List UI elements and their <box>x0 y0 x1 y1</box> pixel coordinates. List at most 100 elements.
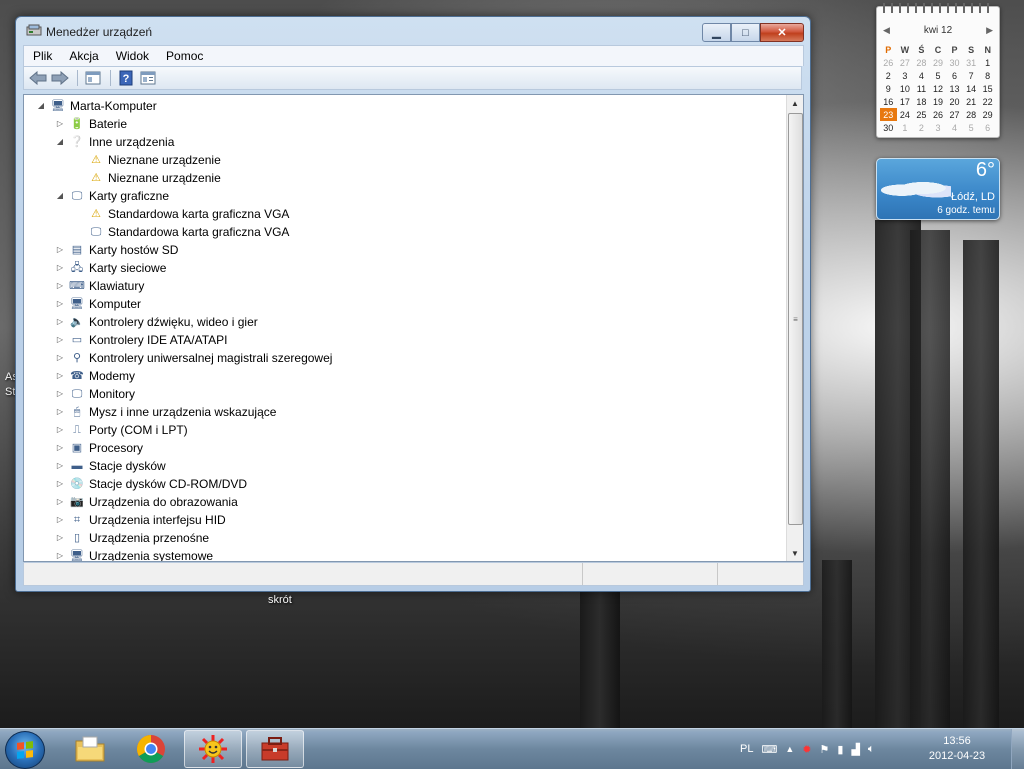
tree-row[interactable]: ▷ 🔋 Baterie <box>55 115 127 133</box>
tree-row[interactable]: ▷ 🖧 Karty sieciowe <box>55 259 166 277</box>
collapsed-arrow-icon[interactable]: ▷ <box>55 119 65 129</box>
calendar-day[interactable]: 22 <box>979 95 996 108</box>
calendar-day[interactable]: 17 <box>897 95 914 108</box>
tree-row[interactable]: ⚠ Standardowa karta graficzna VGA <box>74 205 289 223</box>
calendar-day[interactable]: 29 <box>930 56 947 69</box>
collapsed-arrow-icon[interactable]: ▷ <box>55 515 65 525</box>
collapsed-arrow-icon[interactable]: ▷ <box>55 443 65 453</box>
tree-row[interactable]: ▷ 🖥 Komputer <box>55 295 141 313</box>
calendar-day[interactable]: 7 <box>963 69 980 82</box>
minimize-button[interactable]: ▁ <box>702 23 731 42</box>
language-indicator[interactable]: PL <box>740 743 753 755</box>
menu-action[interactable]: Akcja <box>60 46 106 66</box>
maximize-button[interactable]: □ <box>731 23 760 42</box>
collapsed-arrow-icon[interactable]: ▷ <box>55 299 65 309</box>
calendar-day[interactable]: 21 <box>963 95 980 108</box>
calendar-day[interactable]: 18 <box>913 95 930 108</box>
collapsed-arrow-icon[interactable]: ▷ <box>55 533 65 543</box>
calendar-day[interactable]: 16 <box>880 95 897 108</box>
close-button[interactable]: ✕ <box>760 23 804 42</box>
menu-view[interactable]: Widok <box>107 46 157 66</box>
calendar-day[interactable]: 15 <box>979 82 996 95</box>
tree-row[interactable]: ▷ 🔈 Kontrolery dźwięku, wideo i gier <box>55 313 258 331</box>
collapsed-arrow-icon[interactable]: ▷ <box>55 389 65 399</box>
expanded-arrow-icon[interactable]: ◢ <box>36 101 46 111</box>
show-hidden-icons-icon[interactable]: ▲ <box>785 744 794 754</box>
calendar-day[interactable]: 29 <box>979 108 996 121</box>
desktop-shortcut-label[interactable]: skrót <box>268 594 292 606</box>
tree-row[interactable]: ◢ 🖵 Karty graficzne <box>55 187 169 205</box>
calendar-day[interactable]: 24 <box>897 108 914 121</box>
calendar-day[interactable]: 3 <box>930 121 947 134</box>
calendar-day[interactable]: 30 <box>880 121 897 134</box>
action-center-flag-icon[interactable]: ⚑ <box>820 743 830 756</box>
calendar-day[interactable]: 2 <box>913 121 930 134</box>
tree-row[interactable]: ▷ 🖱 Mysz i inne urządzenia wskazujące <box>55 403 277 421</box>
title-bar[interactable]: Menedżer urządzeń ▁ □ ✕ <box>16 17 810 45</box>
collapsed-arrow-icon[interactable]: ▷ <box>55 479 65 489</box>
collapsed-arrow-icon[interactable]: ▷ <box>55 245 65 255</box>
calendar-day[interactable]: 9 <box>880 82 897 95</box>
back-button[interactable] <box>28 69 48 87</box>
calendar-day[interactable]: 4 <box>913 69 930 82</box>
collapsed-arrow-icon[interactable]: ▷ <box>55 425 65 435</box>
collapsed-arrow-icon[interactable]: ▷ <box>55 371 65 381</box>
calendar-day[interactable]: 6 <box>979 121 996 134</box>
forward-button[interactable] <box>50 69 70 87</box>
tree-row[interactable]: ▷ ▭ Kontrolery IDE ATA/ATAPI <box>55 331 228 349</box>
taskbar-explorer[interactable] <box>61 730 119 768</box>
show-desktop-button[interactable] <box>1011 729 1024 769</box>
calendar-day[interactable]: 26 <box>930 108 947 121</box>
next-month-icon[interactable]: ▶ <box>986 25 993 36</box>
keyboard-icon[interactable]: ⌨ <box>761 743 777 756</box>
tree-row[interactable]: ◢ ❔ Inne urządzenia <box>55 133 174 151</box>
collapsed-arrow-icon[interactable]: ▷ <box>55 335 65 345</box>
taskbar-device-manager[interactable] <box>246 730 304 768</box>
calendar-day[interactable]: 27 <box>946 108 963 121</box>
calendar-day[interactable]: 1 <box>897 121 914 134</box>
calendar-day[interactable]: 8 <box>979 69 996 82</box>
volume-icon[interactable]: 🔈︎ <box>868 743 875 756</box>
calendar-day[interactable]: 30 <box>946 56 963 69</box>
tree-row[interactable]: ⚠ Nieznane urządzenie <box>74 151 221 169</box>
clock[interactable]: 13:56 2012-04-23 <box>928 734 986 764</box>
show-hide-console-tree-button[interactable] <box>83 69 103 87</box>
calendar-day[interactable]: 5 <box>963 121 980 134</box>
tree-row[interactable]: ▷ ⌨ Klawiatury <box>55 277 144 295</box>
taskbar-sun-app[interactable] <box>184 730 242 768</box>
collapsed-arrow-icon[interactable]: ▷ <box>55 461 65 471</box>
calendar-day[interactable]: 11 <box>913 82 930 95</box>
calendar-day[interactable]: 5 <box>930 69 947 82</box>
collapsed-arrow-icon[interactable]: ▷ <box>55 407 65 417</box>
calendar-day[interactable]: 3 <box>897 69 914 82</box>
scroll-thumb[interactable]: ≡ <box>788 113 803 525</box>
weather-gadget[interactable]: 6° Łódź, LD 6 godz. temu <box>876 158 1000 220</box>
sun-tray-icon[interactable]: ✹ <box>802 743 811 756</box>
calendar-day[interactable]: 12 <box>930 82 947 95</box>
collapsed-arrow-icon[interactable]: ▷ <box>55 263 65 273</box>
tree-row[interactable]: ▷ 💿 Stacje dysków CD-ROM/DVD <box>55 475 247 493</box>
tree-row[interactable]: ▷ ⚲ Kontrolery uniwersalnej magistrali sze… <box>55 349 333 367</box>
collapsed-arrow-icon[interactable]: ▷ <box>55 551 65 561</box>
calendar-day[interactable]: 6 <box>946 69 963 82</box>
calendar-day[interactable]: 25 <box>913 108 930 121</box>
calendar-day[interactable]: 27 <box>897 56 914 69</box>
properties-button[interactable] <box>138 69 158 87</box>
calendar-day[interactable]: 14 <box>963 82 980 95</box>
tree-row[interactable]: ▷ ⌗ Urządzenia interfejsu HID <box>55 511 226 529</box>
tree-row[interactable]: ▷ 🖥 Urządzenia systemowe <box>55 547 213 561</box>
network-icon[interactable]: ▟ <box>851 743 859 756</box>
calendar-day[interactable]: 26 <box>880 56 897 69</box>
tree-row[interactable]: ▷ 🖵 Monitory <box>55 385 135 403</box>
calendar-day[interactable]: 4 <box>946 121 963 134</box>
collapsed-arrow-icon[interactable]: ▷ <box>55 317 65 327</box>
prev-month-icon[interactable]: ◀ <box>883 25 890 36</box>
calendar-day[interactable]: 19 <box>930 95 947 108</box>
power-icon[interactable]: ▮ <box>837 743 843 756</box>
collapsed-arrow-icon[interactable]: ▷ <box>55 497 65 507</box>
scroll-down-icon[interactable]: ▼ <box>787 545 803 561</box>
calendar-day[interactable]: 13 <box>946 82 963 95</box>
expanded-arrow-icon[interactable]: ◢ <box>55 137 65 147</box>
tree-row[interactable]: ⚠ Nieznane urządzenie <box>74 169 221 187</box>
tree-row[interactable]: ▷ 📷 Urządzenia do obrazowania <box>55 493 238 511</box>
